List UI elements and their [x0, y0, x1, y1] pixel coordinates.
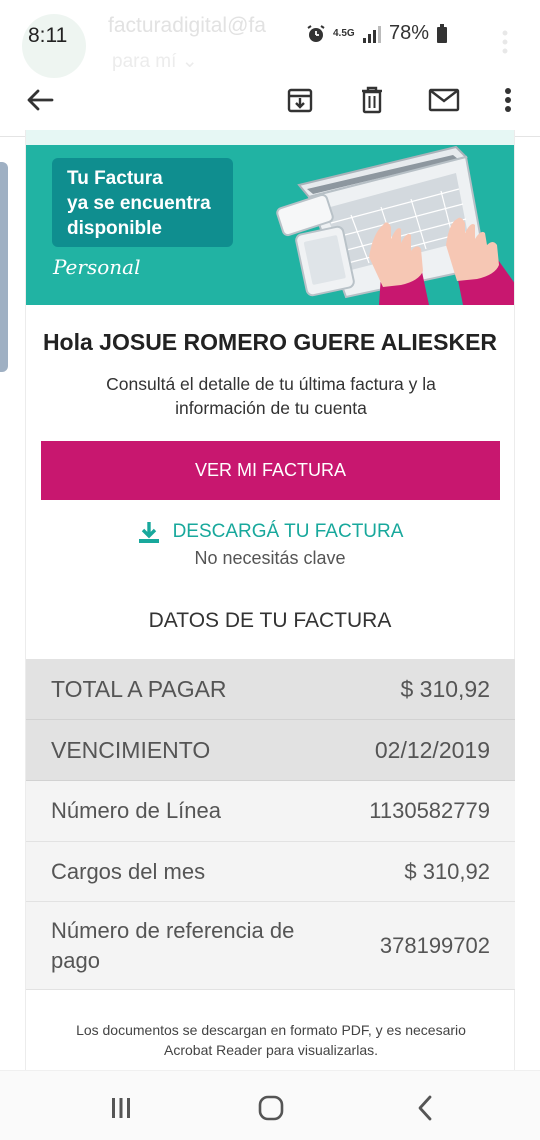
background-more-icon — [502, 30, 508, 54]
detail-label: Cargos del mes — [51, 858, 206, 884]
detail-value: 1130582779 — [369, 798, 490, 823]
status-icons: 4.5G 78% — [306, 22, 448, 45]
detail-value: 02/12/2019 — [374, 736, 490, 763]
pdf-footnote: Los documentos se descargan en formato P… — [76, 1022, 466, 1058]
back-arrow-icon[interactable] — [24, 84, 56, 116]
invoice-details-title: DATOS DE TU FACTURA — [148, 609, 392, 632]
background-sender: facturadigital@fa — [108, 14, 266, 37]
email-card: Tu Factura ya se encuentra disponible Pe… — [25, 130, 515, 1140]
chevron-down-icon: ⌄ — [181, 51, 198, 72]
side-tab[interactable] — [0, 162, 8, 372]
detail-row-monthly-charges: Cargos del mes $ 310,92 — [26, 842, 515, 902]
status-time: 8:11 — [28, 24, 68, 47]
card-top-strip — [26, 130, 514, 145]
network-type: 4.5G — [333, 27, 355, 39]
detail-label: VENCIMIENTO — [51, 736, 211, 763]
banner-line-1: Tu Factura — [67, 168, 163, 189]
greeting: Hola JOSUE ROMERO GUERE ALIESKER — [42, 329, 498, 355]
recent-apps-icon[interactable] — [106, 1093, 136, 1123]
back-nav-icon[interactable] — [410, 1093, 440, 1123]
brand-logo: Personal — [53, 255, 141, 279]
view-invoice-button[interactable]: VER MI FACTURA — [41, 441, 500, 500]
detail-row-due-date: VENCIMIENTO 02/12/2019 — [26, 720, 515, 781]
signal-icon — [363, 25, 381, 43]
download-icon — [138, 522, 159, 543]
download-invoice-link[interactable]: DESCARGÁ TU FACTURA — [26, 520, 514, 544]
background-recipient: para mí ⌄ — [112, 50, 198, 73]
detail-row-total: TOTAL A PAGAR $ 310,92 — [26, 659, 515, 720]
laptop-illustration — [276, 145, 514, 305]
more-vert-icon[interactable] — [492, 84, 524, 116]
detail-label: Número de referencia de pago — [51, 917, 295, 973]
mail-icon[interactable] — [428, 84, 460, 116]
greeting-subtitle: Consultá el detalle de tu última factura… — [106, 374, 436, 418]
battery-icon — [437, 23, 448, 43]
detail-value: 378199702 — [379, 932, 490, 958]
trash-icon[interactable] — [356, 84, 388, 116]
detail-row-payment-reference: Número de referencia de pago 378199702 — [26, 902, 515, 990]
archive-icon[interactable] — [284, 84, 316, 116]
banner-headline-box: Tu Factura ya se encuentra disponible — [52, 158, 233, 247]
detail-label: TOTAL A PAGAR — [51, 675, 227, 702]
invoice-details-table: TOTAL A PAGAR $ 310,92 VENCIMIENTO 02/12… — [26, 659, 515, 990]
download-invoice-label[interactable]: DESCARGÁ TU FACTURA — [173, 521, 404, 543]
home-icon[interactable] — [256, 1093, 286, 1123]
app-bar — [0, 76, 540, 124]
battery-percent: 78% — [389, 22, 430, 44]
invoice-banner: Tu Factura ya se encuentra disponible Pe… — [26, 145, 514, 305]
detail-value: $ 310,92 — [400, 675, 490, 702]
banner-line-2: ya se encuentra — [67, 193, 211, 214]
status-bar: facturadigital@fa para mí ⌄ 8:11 4.5G 78… — [0, 0, 540, 78]
detail-label: Número de Línea — [51, 798, 221, 823]
download-note: No necesitás clave — [194, 548, 346, 568]
detail-value: $ 310,92 — [404, 858, 490, 884]
alarm-icon — [307, 24, 325, 42]
detail-row-line-number: Número de Línea 1130582779 — [26, 781, 515, 842]
banner-line-3: disponible — [67, 218, 162, 239]
system-nav-bar — [0, 1070, 540, 1140]
recipient-label: para mí — [112, 51, 177, 72]
